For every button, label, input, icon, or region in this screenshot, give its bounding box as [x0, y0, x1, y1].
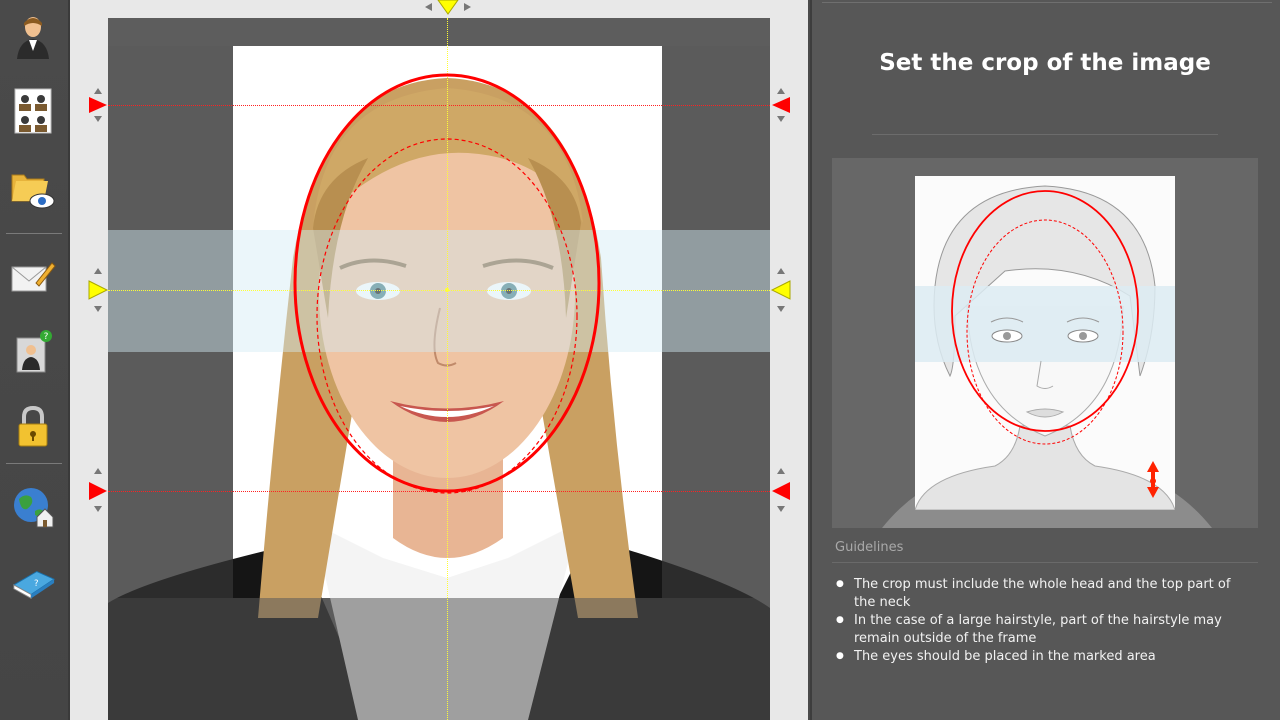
guidelines-label: Guidelines [835, 540, 904, 555]
divider [872, 134, 1218, 135]
globe-home-icon[interactable] [10, 484, 56, 530]
example-sketch [915, 185, 1175, 510]
left-chin-handle[interactable] [87, 468, 109, 512]
svg-text:?: ? [44, 332, 49, 342]
photo-sheet-icon[interactable] [10, 88, 56, 134]
folder-view-icon[interactable] [10, 166, 56, 212]
panel-title: Set the crop of the image [879, 50, 1211, 76]
left-top-handle[interactable] [87, 88, 109, 122]
head-crop-ellipses[interactable] [108, 18, 770, 720]
list-item: The eyes should be placed in the marked … [834, 648, 1244, 666]
example-illustration [832, 158, 1258, 528]
right-chin-handle[interactable] [770, 468, 792, 512]
photo-canvas[interactable] [108, 18, 770, 720]
top-center-handle[interactable] [425, 0, 471, 16]
mail-edit-icon[interactable] [10, 254, 56, 300]
person-icon[interactable] [10, 14, 56, 60]
lock-icon[interactable] [10, 404, 56, 450]
photo-help-icon[interactable]: ? [10, 328, 56, 374]
list-item: The crop must include the whole head and… [834, 576, 1244, 611]
instructions-panel: Set the crop of the image Guidelines ● T… [810, 0, 1280, 720]
crop-workspace [70, 0, 808, 720]
help-book-icon[interactable]: ? [10, 560, 56, 606]
left-eye-handle[interactable] [87, 268, 109, 312]
left-toolbar: ? ? [0, 0, 70, 720]
svg-text:?: ? [34, 579, 39, 589]
right-eye-handle[interactable] [770, 268, 792, 312]
guidelines-list: The crop must include the whole head and… [834, 576, 1244, 667]
right-top-handle[interactable] [770, 88, 792, 122]
divider [832, 562, 1258, 563]
list-item: In the case of a large hairstyle, part o… [834, 612, 1244, 647]
